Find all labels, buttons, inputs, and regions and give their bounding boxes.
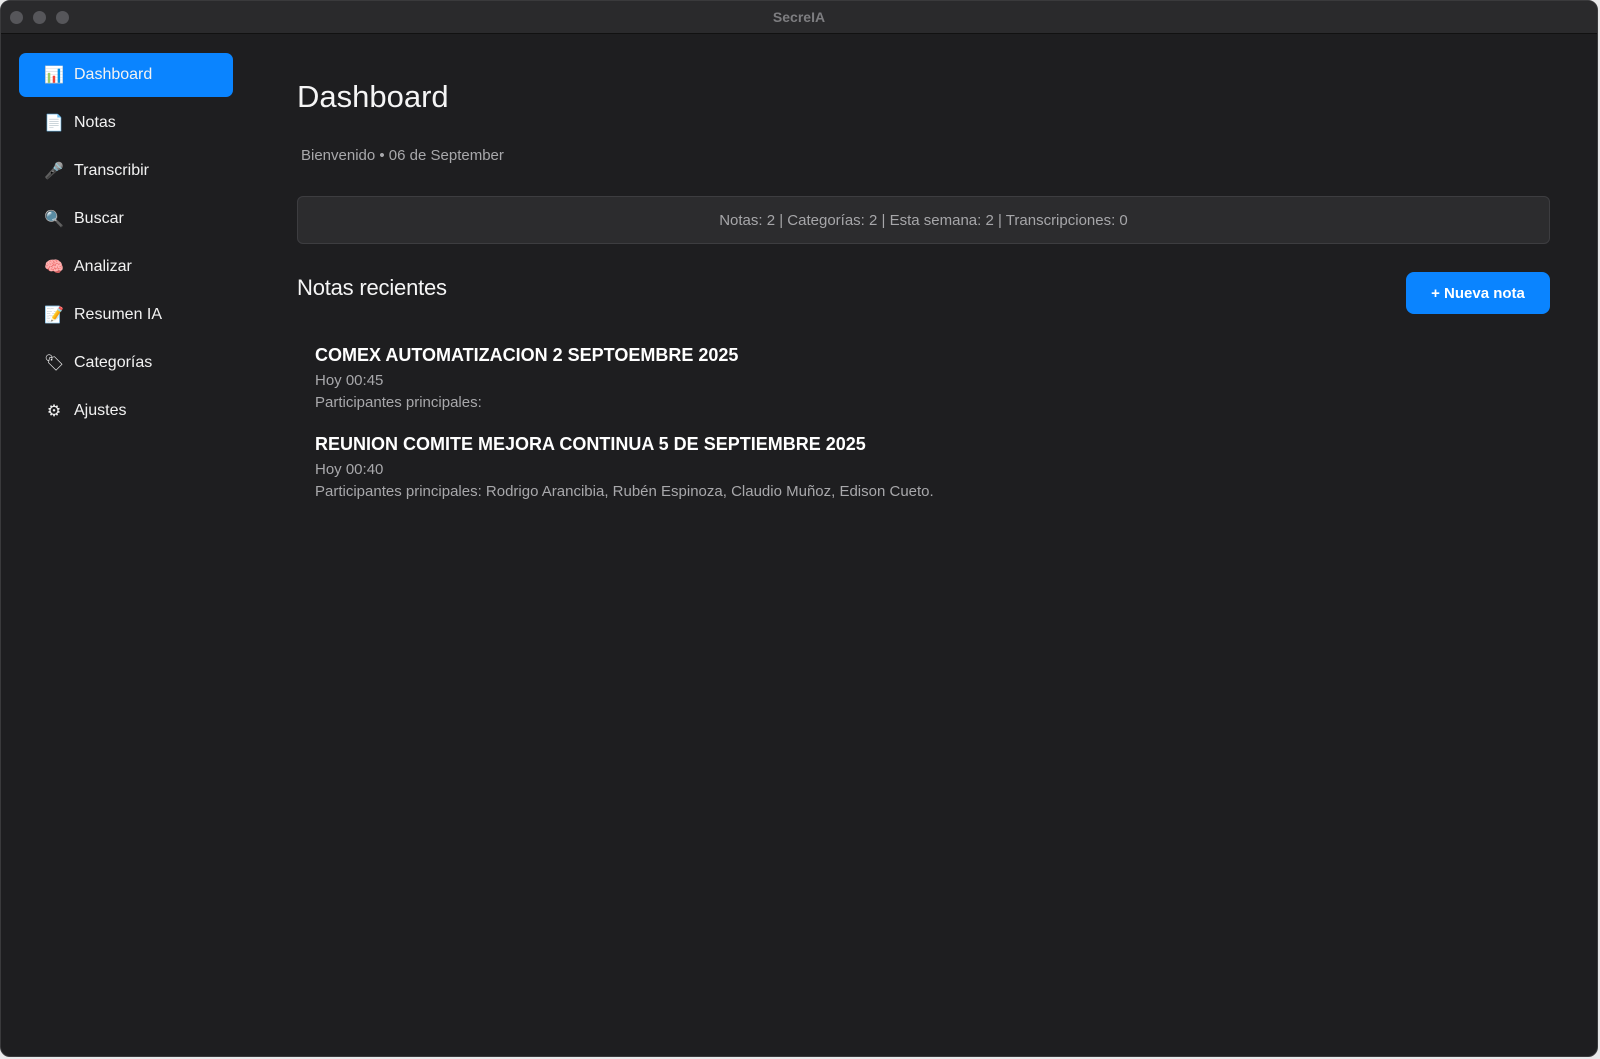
sidebar-item-label: Ajustes xyxy=(74,402,127,419)
microphone-icon: 🎤 xyxy=(44,163,64,180)
bar-chart-icon: 📊 xyxy=(44,67,64,84)
memo-icon: 📝 xyxy=(44,307,64,324)
main-content: Dashboard Bienvenido • 06 de September N… xyxy=(291,34,1557,1056)
note-date: Hoy 00:45 xyxy=(315,372,384,389)
note-title: REUNION COMITE MEJORA CONTINUA 5 DE SEPT… xyxy=(315,434,866,454)
gear-icon: ⚙ xyxy=(46,403,62,420)
sidebar-item-label: Transcribir xyxy=(74,162,149,179)
document-icon: 📄 xyxy=(44,115,64,132)
sidebar-item-dashboard[interactable]: 📊 Dashboard xyxy=(19,53,233,97)
recent-notes-heading: Notas recientes xyxy=(297,275,447,300)
note-title: COMEX AUTOMATIZACION 2 SEPTOEMBRE 2025 xyxy=(315,345,739,365)
title-bar: SecreIA xyxy=(1,1,1597,34)
note-date: Hoy 00:40 xyxy=(315,461,384,478)
sidebar-item-resumen-ia[interactable]: 📝 Resumen IA xyxy=(19,293,233,337)
window-title: SecreIA xyxy=(772,9,826,25)
sidebar-item-label: Notas xyxy=(74,114,116,131)
magnifier-icon: 🔍 xyxy=(44,211,64,228)
sidebar-item-label: Categorías xyxy=(74,354,153,371)
brain-icon: 🧠 xyxy=(44,259,64,276)
sidebar-item-transcribir[interactable]: 🎤 Transcribir xyxy=(19,149,233,193)
sidebar-item-buscar[interactable]: 🔍 Buscar xyxy=(19,197,233,241)
page-title: Dashboard xyxy=(297,79,449,114)
sidebar-item-label: Analizar xyxy=(74,258,132,275)
note-preview: Participantes principales: xyxy=(315,394,482,411)
sidebar: 📊 Dashboard 📄 Notas 🎤 Transcribir 🔍 Busc… xyxy=(1,34,251,1056)
note-list-item[interactable]: REUNION COMITE MEJORA CONTINUA 5 DE SEPT… xyxy=(315,434,1515,500)
sidebar-item-label: Dashboard xyxy=(74,66,153,83)
sidebar-item-categorias[interactable]: 🏷 Categorías xyxy=(19,341,233,385)
tag-icon: 🏷 xyxy=(43,355,65,372)
note-list-item[interactable]: COMEX AUTOMATIZACION 2 SEPTOEMBRE 2025 H… xyxy=(315,345,1515,411)
sidebar-item-label: Buscar xyxy=(74,210,124,227)
app-window: SecreIA 📊 Dashboard 📄 Notas 🎤 Transcribi… xyxy=(0,0,1598,1057)
new-note-button[interactable]: + Nueva nota xyxy=(1406,272,1550,314)
note-preview: Participantes principales: Rodrigo Aranc… xyxy=(315,483,934,500)
stats-summary: Notas: 2 | Categorías: 2 | Esta semana: … xyxy=(297,196,1550,244)
sidebar-item-notas[interactable]: 📄 Notas xyxy=(19,101,233,145)
welcome-subtitle: Bienvenido • 06 de September xyxy=(301,147,504,164)
sidebar-item-label: Resumen IA xyxy=(74,306,163,323)
sidebar-item-ajustes[interactable]: ⚙ Ajustes xyxy=(19,389,233,433)
sidebar-item-analizar[interactable]: 🧠 Analizar xyxy=(19,245,233,289)
